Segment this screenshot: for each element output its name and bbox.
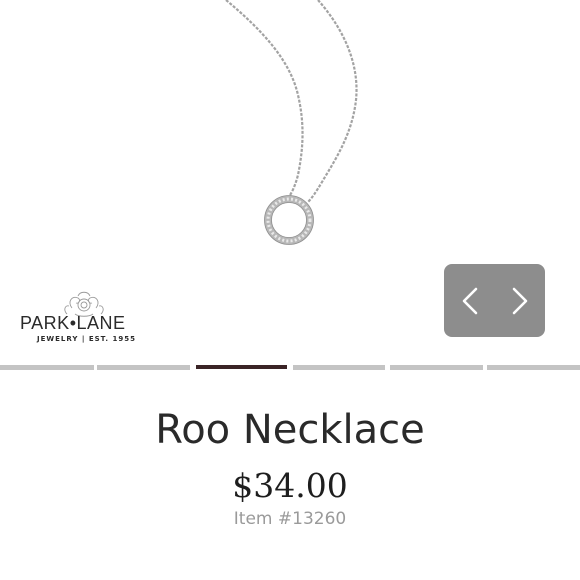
brand-name-right: LANE bbox=[76, 313, 126, 333]
carousel-dot-5[interactable] bbox=[390, 365, 483, 370]
image-navigation bbox=[444, 264, 545, 337]
product-title: Roo Necklace bbox=[155, 407, 425, 453]
chevron-left-icon bbox=[462, 287, 478, 315]
carousel-dot-6[interactable] bbox=[487, 365, 580, 370]
brand-name-separator: • bbox=[69, 313, 77, 333]
carousel-dot-4[interactable] bbox=[293, 365, 385, 370]
carousel-dot-3[interactable] bbox=[196, 365, 287, 369]
previous-image-button[interactable] bbox=[444, 264, 494, 337]
product-item-number: Item #13260 bbox=[233, 509, 347, 529]
brand-tagline: JEWELRY | EST. 1955 bbox=[37, 335, 136, 343]
carousel-dot-2[interactable] bbox=[97, 365, 190, 370]
chevron-right-icon bbox=[512, 287, 528, 315]
carousel-dot-1[interactable] bbox=[0, 365, 94, 370]
product-price: $34.00 bbox=[232, 466, 348, 505]
brand-name: PARK•LANE bbox=[20, 313, 126, 334]
brand-name-left: PARK bbox=[20, 313, 70, 333]
brand-logo[interactable]: PARK•LANE JEWELRY | EST. 1955 bbox=[20, 290, 150, 352]
carousel-indicators bbox=[0, 365, 580, 371]
next-image-button[interactable] bbox=[494, 264, 544, 337]
